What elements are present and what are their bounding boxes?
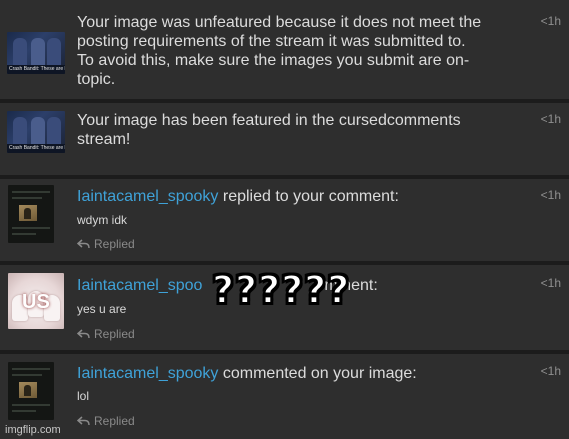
replied-label: Replied bbox=[94, 237, 135, 251]
notification-message: Your image has been featured in the curs… bbox=[77, 111, 461, 149]
message-line: stream! bbox=[77, 131, 131, 148]
thumbnail-image[interactable]: Crash Bandit: These are l bbox=[7, 111, 65, 153]
notification-feed: Crash Bandit: These are l Your image was… bbox=[0, 0, 569, 439]
comment-text: wdym idk bbox=[77, 213, 128, 227]
notification-message: Your image was unfeatured because it doe… bbox=[77, 13, 481, 89]
replied-status: Replied bbox=[77, 327, 135, 341]
replied-label: Replied bbox=[94, 327, 135, 341]
message-line: topic. bbox=[77, 71, 116, 88]
timestamp: <1h bbox=[540, 364, 561, 378]
thumbnail-image[interactable] bbox=[8, 185, 54, 243]
reply-arrow-icon bbox=[77, 239, 90, 249]
replied-status: Replied bbox=[77, 237, 135, 251]
notification-item-comment[interactable]: Iaintacamel_spooky commented on your ima… bbox=[0, 354, 569, 439]
notification-item-featured[interactable]: Crash Bandit: These are l Your image has… bbox=[0, 103, 569, 175]
notification-message: Iaintacamel_spooky commented on your ima… bbox=[77, 364, 417, 383]
notification-message: Iaintacamel_spooky replied to your comme… bbox=[77, 187, 399, 206]
imgflip-watermark: imgflip.com bbox=[5, 424, 61, 436]
message-line: posting requirements of the stream it wa… bbox=[77, 33, 466, 50]
username-link[interactable]: Iaintacamel_spooky bbox=[77, 365, 218, 382]
thumbnail-caption: Crash Bandit: These are l bbox=[7, 144, 65, 153]
timestamp: <1h bbox=[540, 14, 561, 28]
meme-overlay-text: ?????? bbox=[211, 267, 351, 313]
thumbnail-image[interactable]: Crash Bandit: These are l bbox=[7, 32, 65, 74]
reply-arrow-icon bbox=[77, 416, 90, 426]
thumbnail-image[interactable]: US bbox=[8, 273, 64, 329]
replied-status: Replied bbox=[77, 414, 135, 428]
message-line: Your image has been featured in the curs… bbox=[77, 112, 461, 129]
timestamp: <1h bbox=[540, 188, 561, 202]
notification-item-reply[interactable]: Iaintacamel_spooky replied to your comme… bbox=[0, 179, 569, 261]
comment-text: yes u are bbox=[77, 302, 127, 316]
username-link[interactable]: Iaintacamel_spooky bbox=[77, 188, 218, 205]
thumbnail-text: US bbox=[22, 291, 50, 313]
reply-arrow-icon bbox=[77, 329, 90, 339]
thumbnail-image[interactable] bbox=[8, 362, 54, 420]
comment-text: lol bbox=[77, 389, 90, 403]
thumbnail-caption: Crash Bandit: These are l bbox=[7, 65, 65, 74]
username-link[interactable]: Iaintacamel_spoo bbox=[77, 277, 202, 294]
timestamp: <1h bbox=[540, 112, 561, 126]
message-line: Your image was unfeatured because it doe… bbox=[77, 14, 482, 31]
notification-item-unfeatured[interactable]: Crash Bandit: These are l Your image was… bbox=[0, 0, 569, 99]
message-line: To avoid this, make sure the images you … bbox=[77, 52, 470, 69]
notification-action: commented on your image: bbox=[218, 365, 417, 382]
replied-label: Replied bbox=[94, 414, 135, 428]
timestamp: <1h bbox=[540, 276, 561, 290]
notification-action: replied to your comment: bbox=[218, 188, 399, 205]
